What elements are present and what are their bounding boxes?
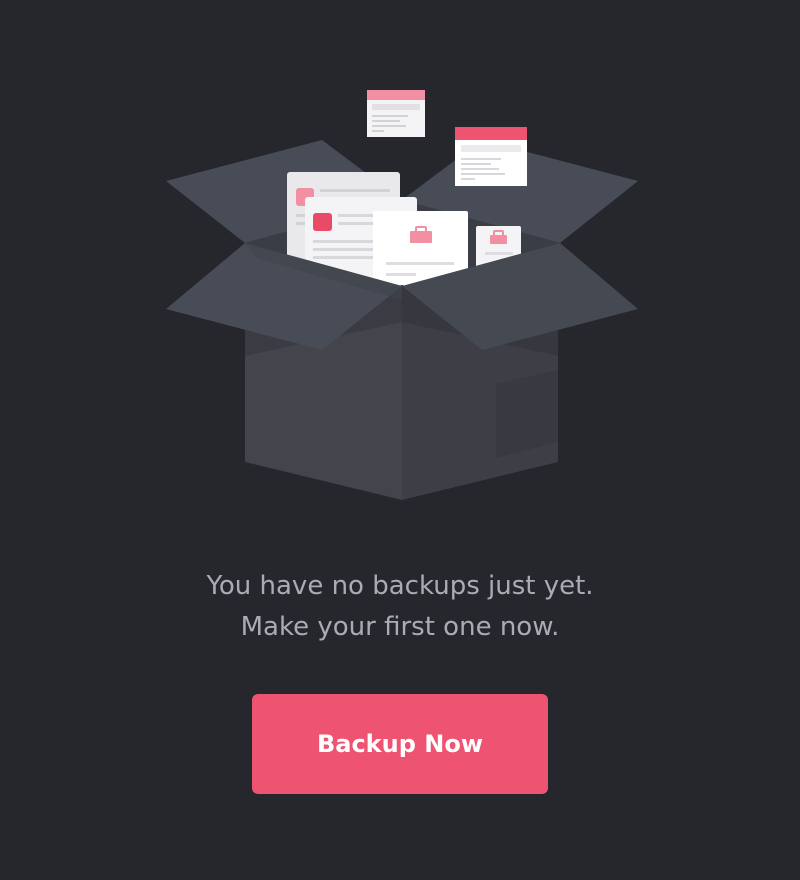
empty-state-message: You have no backups just yet. Make your …: [0, 566, 800, 648]
empty-state-line-2: Make your first one now.: [240, 612, 560, 642]
empty-backups-screen: You have no backups just yet. Make your …: [0, 0, 800, 880]
floating-document-icon: [455, 127, 527, 186]
empty-state-line-1: You have no backups just yet.: [206, 571, 594, 601]
floating-document-icon: [367, 90, 425, 137]
open-box-with-documents-icon: [166, 90, 638, 500]
backup-now-button[interactable]: Backup Now: [252, 694, 548, 794]
